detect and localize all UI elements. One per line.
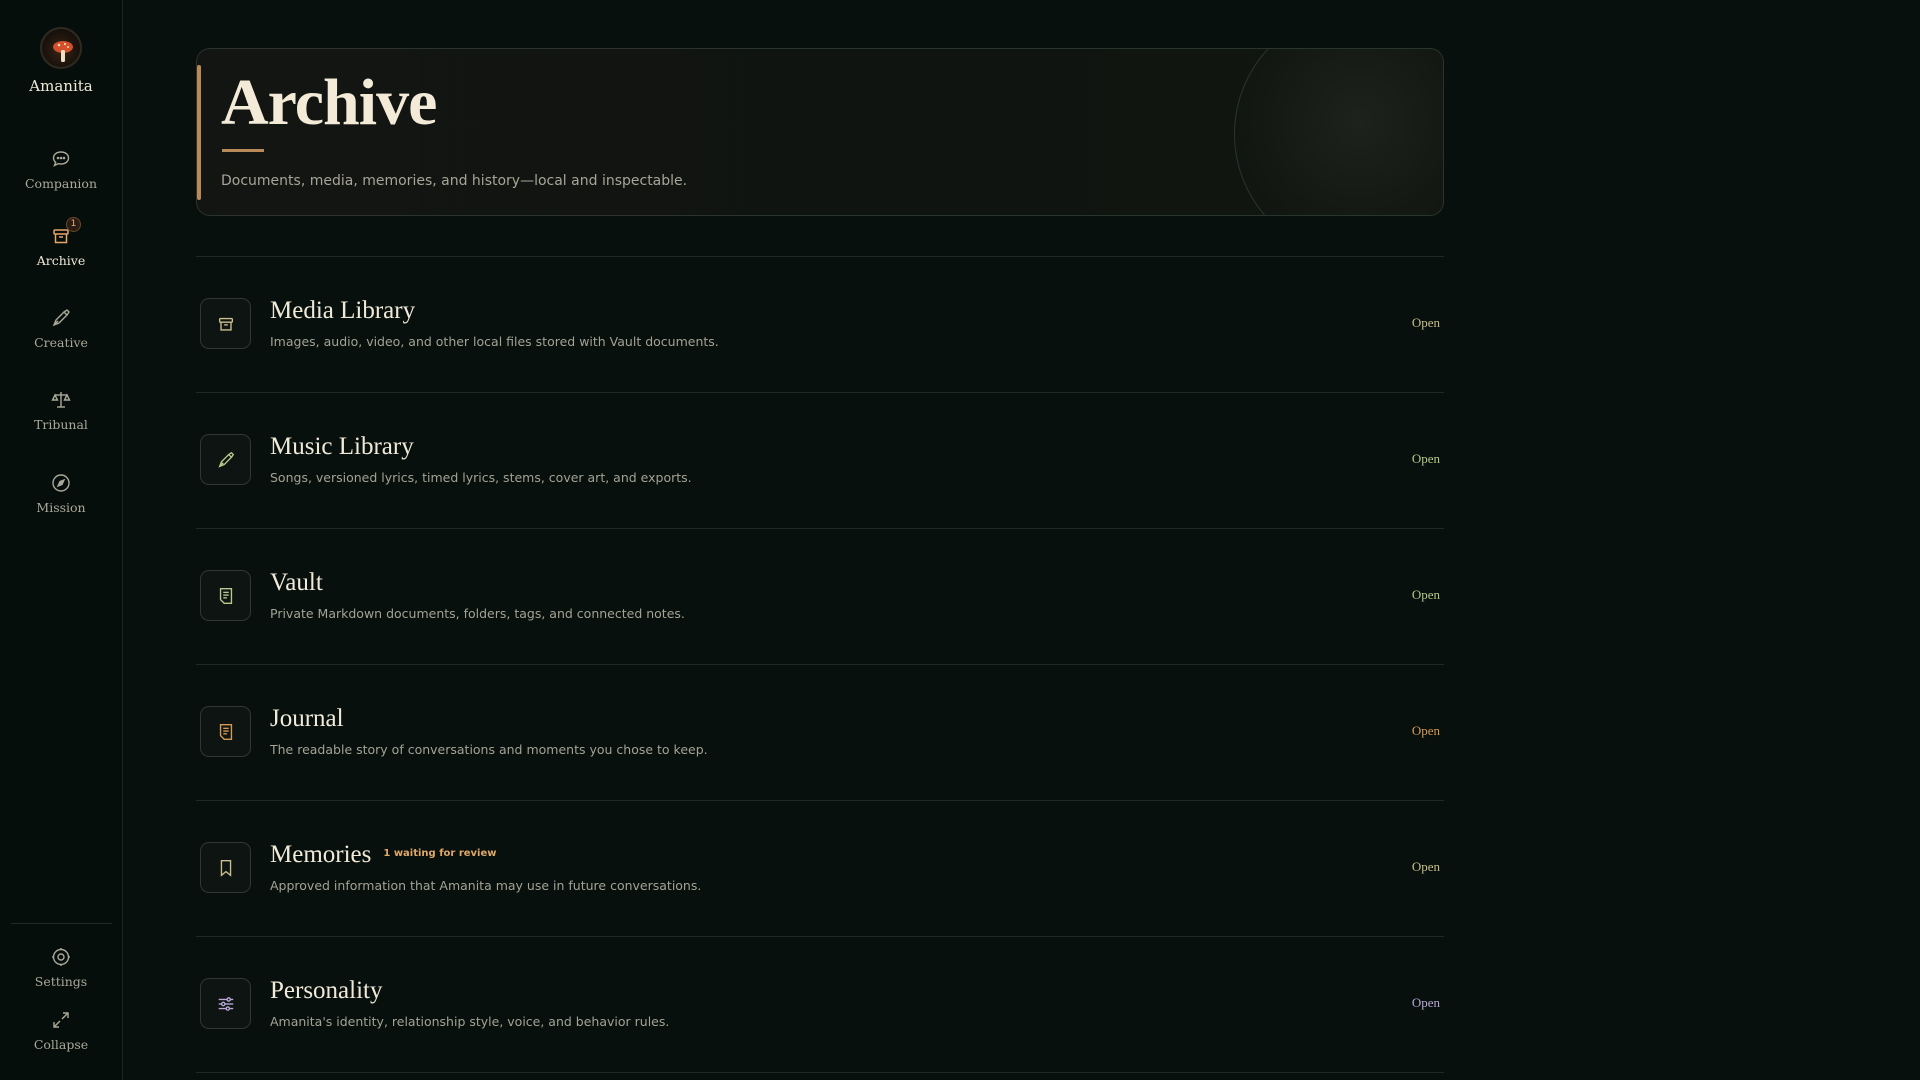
list-item-music-library[interactable]: Music Library Songs, versioned lyrics, t… (196, 392, 1444, 528)
sidebar-item-creative[interactable]: Creative (0, 307, 122, 350)
open-button[interactable]: Open (1412, 587, 1440, 603)
list-item-personality[interactable]: Personality Amanita's identity, relation… (196, 936, 1444, 1072)
sidebar-item-label: Collapse (33, 1037, 89, 1052)
list-item-media-library[interactable]: Media Library Images, audio, video, and … (196, 256, 1444, 392)
row-description: The readable story of conversations and … (270, 742, 708, 757)
sidebar-divider (11, 923, 112, 924)
sidebar: Amanita Companion 1 Archive Creative Tri… (0, 0, 123, 1080)
document-icon (200, 570, 251, 621)
row-title: Media Library (270, 297, 416, 324)
archive-box-icon (200, 298, 251, 349)
sidebar-item-companion[interactable]: Companion (0, 148, 122, 191)
row-title: Vault (270, 569, 323, 596)
bookmark-icon (200, 842, 251, 893)
page-subtitle: Documents, media, memories, and history—… (221, 173, 688, 189)
page-title: Archive (221, 66, 437, 139)
open-button[interactable]: Open (1412, 723, 1440, 739)
app-name: Amanita (29, 77, 93, 95)
chat-bubble-icon (50, 148, 72, 170)
list-item-vault[interactable]: Vault Private Markdown documents, folder… (196, 528, 1444, 664)
pen-nib-icon (200, 434, 251, 485)
sidebar-item-tribunal[interactable]: Tribunal (0, 389, 122, 432)
sidebar-item-label: Mission (36, 500, 86, 515)
review-badge: 1 waiting for review (383, 847, 497, 859)
sidebar-item-label: Archive (36, 253, 86, 268)
sidebar-item-label: Companion (24, 176, 98, 191)
open-button[interactable]: Open (1412, 315, 1440, 331)
sidebar-item-settings[interactable]: Settings (0, 946, 122, 989)
row-description: Amanita's identity, relationship style, … (270, 1014, 670, 1029)
compass-icon (50, 472, 72, 494)
scales-icon (50, 389, 72, 411)
title-underline (222, 149, 264, 152)
sidebar-item-mission[interactable]: Mission (0, 472, 122, 515)
avatar (40, 27, 82, 69)
row-title: Music Library (270, 433, 414, 460)
row-description: Approved information that Amanita may us… (270, 878, 702, 893)
collapse-arrow-icon (50, 1009, 72, 1031)
brand[interactable]: Amanita (0, 27, 122, 95)
header-accent-bar (197, 65, 201, 200)
sidebar-item-collapse[interactable]: Collapse (0, 1009, 122, 1052)
list-item-memories[interactable]: Memories 1 waiting for review Approved in… (196, 800, 1444, 936)
gear-icon (50, 946, 72, 968)
archive-box-icon: 1 (50, 217, 81, 247)
sidebar-item-label: Tribunal (34, 417, 88, 432)
row-description: Images, audio, video, and other local fi… (270, 334, 719, 349)
journal-icon (200, 706, 251, 757)
decorative-circle (1234, 49, 1443, 215)
sidebar-item-label: Settings (34, 974, 88, 989)
notification-badge: 1 (66, 217, 81, 232)
open-button[interactable]: Open (1412, 859, 1440, 875)
row-title: Memories 1 waiting for review (270, 841, 497, 869)
open-button[interactable]: Open (1412, 995, 1440, 1011)
pen-nib-icon (50, 307, 72, 329)
open-button[interactable]: Open (1412, 451, 1440, 467)
list-item-journal[interactable]: Journal The readable story of conversati… (196, 664, 1444, 800)
sidebar-item-archive[interactable]: 1 Archive (0, 217, 122, 268)
sliders-icon (200, 978, 251, 1029)
divider (196, 1072, 1444, 1073)
page-header: Archive Documents, media, memories, and … (196, 48, 1444, 216)
row-title: Journal (270, 705, 344, 732)
sidebar-item-label: Creative (34, 335, 88, 350)
row-title-text: Memories (270, 841, 372, 868)
row-description: Private Markdown documents, folders, tag… (270, 606, 685, 621)
row-description: Songs, versioned lyrics, timed lyrics, s… (270, 470, 692, 485)
row-title: Personality (270, 977, 383, 1004)
